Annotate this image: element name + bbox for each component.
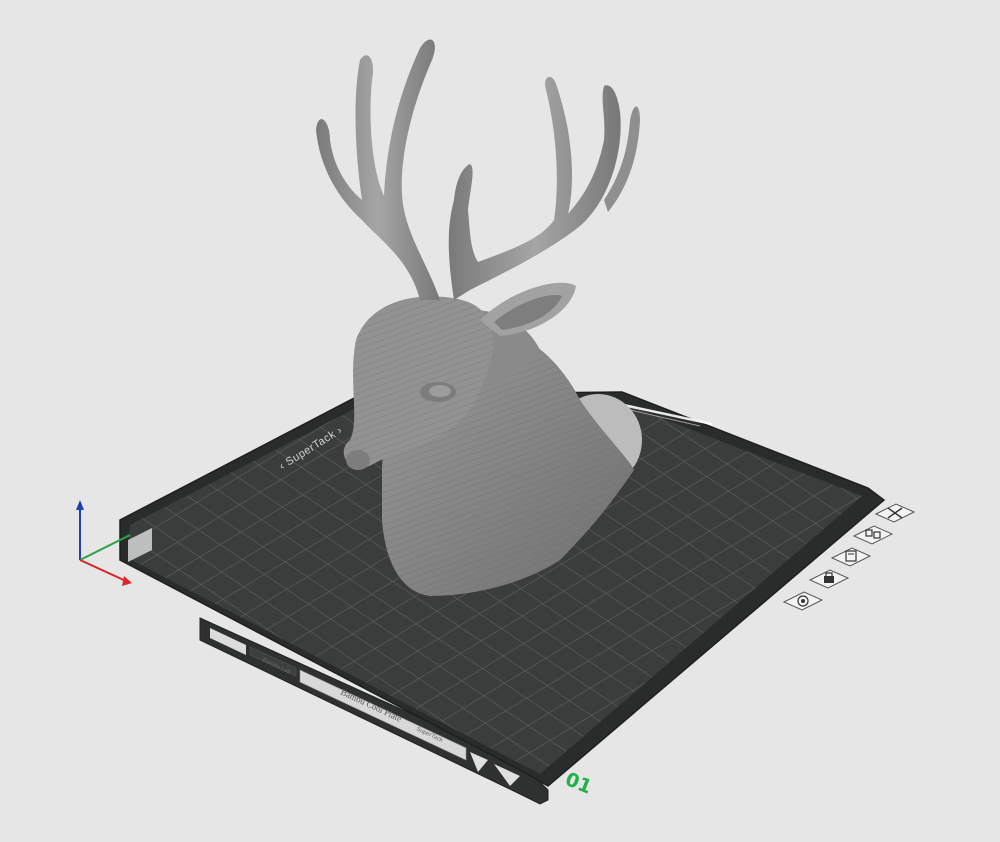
3d-viewport[interactable]: ‹ SuperTack › Bambu Cool Plate SuperTack… [0, 0, 1000, 842]
x-axis [79, 559, 129, 583]
lock-plate-button[interactable] [808, 569, 850, 589]
plate-number[interactable]: 01 [562, 768, 595, 798]
auto-orient-button[interactable] [830, 547, 872, 567]
arrange-plate-button[interactable] [852, 525, 894, 545]
plate-settings-button[interactable] [782, 591, 824, 611]
remove-plate-button[interactable] [874, 503, 916, 523]
